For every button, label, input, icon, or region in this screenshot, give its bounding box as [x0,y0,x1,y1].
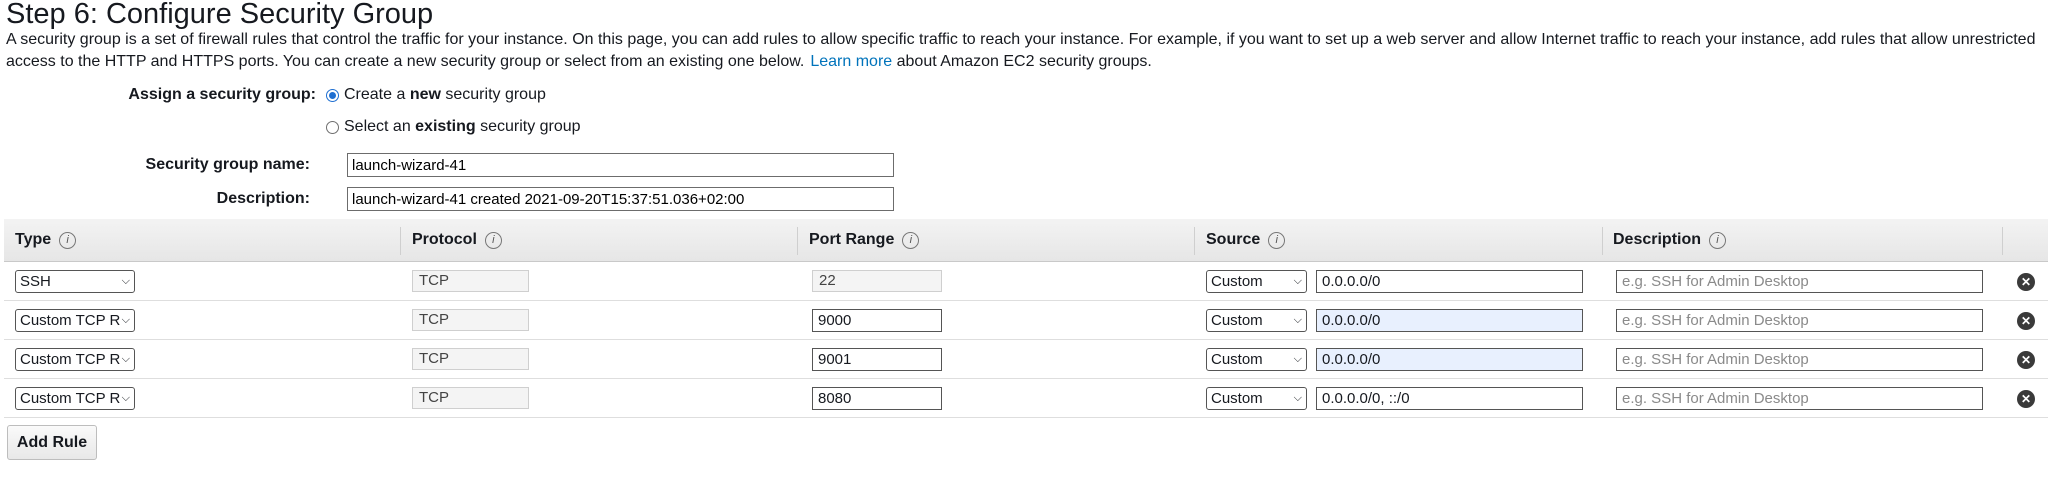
source-mode-select[interactable]: Custom ⌵ [1206,270,1307,293]
info-icon[interactable]: i [1268,231,1286,249]
rule-description-input[interactable]: e.g. SSH for Admin Desktop [1616,270,1983,293]
radio-create-new[interactable]: Create a new security group [326,86,546,104]
chevron-down-icon: ⌵ [1293,353,1302,365]
radio-create-new-label: Create a new security group [344,86,546,103]
intro-text: A security group is a set of firewall ru… [6,29,2042,73]
source-mode-select[interactable]: Custom ⌵ [1206,348,1307,371]
chevron-down-icon: ⌵ [121,314,130,326]
source-input[interactable]: 0.0.0.0/0 [1316,348,1583,371]
type-select[interactable]: SSH ⌵ [15,270,135,293]
header-divider [400,227,401,255]
remove-rule-icon[interactable]: ✕ [2017,351,2035,369]
port-range-input[interactable]: 9001 [812,348,942,371]
page-title: Step 6: Configure Security Group [6,0,434,30]
chevron-down-icon: ⌵ [1293,314,1302,326]
table-row: Custom TCP R ⌵ TCP 9000 Custom ⌵ 0.0.0.0/0… [4,301,2048,340]
header-divider [1602,227,1603,255]
rule-description-input[interactable]: e.g. SSH for Admin Desktop [1616,387,1983,410]
assign-group-label: Assign a security group: [128,86,316,103]
header-description: Description i [1613,219,1727,261]
radio-select-existing[interactable]: Select an existing security group [326,118,581,136]
rule-description-input[interactable]: e.g. SSH for Admin Desktop [1616,309,1983,332]
description-label: Description: [216,190,310,207]
protocol-field: TCP [412,309,529,331]
chevron-down-icon: ⌵ [1293,392,1302,404]
table-row: Custom TCP R ⌵ TCP 8080 Custom ⌵ 0.0.0.0/0… [4,379,2048,418]
header-divider [797,227,798,255]
chevron-down-icon: ⌵ [121,275,130,287]
remove-rule-icon[interactable]: ✕ [2017,390,2035,408]
radio-select-existing-button[interactable] [326,120,339,134]
protocol-field: TCP [412,387,529,409]
source-mode-select[interactable]: Custom ⌵ [1206,387,1307,410]
chevron-down-icon: ⌵ [121,392,130,404]
info-icon[interactable]: i [484,231,502,249]
header-type: Type i [15,219,77,261]
type-select[interactable]: Custom TCP R ⌵ [15,309,135,332]
add-rule-button[interactable]: Add Rule [7,425,97,460]
security-group-name-input[interactable] [347,153,894,177]
header-port-range: Port Range i [809,219,920,261]
port-range-field: 22 [812,270,942,292]
header-source: Source i [1206,219,1286,261]
type-select[interactable]: Custom TCP R ⌵ [15,348,135,371]
radio-create-new-button[interactable] [326,88,339,102]
radio-select-existing-label: Select an existing security group [344,118,581,135]
remove-rule-icon[interactable]: ✕ [2017,273,2035,291]
remove-rule-icon[interactable]: ✕ [2017,312,2035,330]
info-icon[interactable]: i [902,231,920,249]
header-divider [2002,227,2003,255]
security-group-name-label: Security group name: [145,156,310,173]
source-mode-select[interactable]: Custom ⌵ [1206,309,1307,332]
rule-description-input[interactable]: e.g. SSH for Admin Desktop [1616,348,1983,371]
source-input[interactable]: 0.0.0.0/0 [1316,270,1583,293]
source-input[interactable]: 0.0.0.0/0, ::/0 [1316,387,1583,410]
learn-more-link[interactable]: Learn more [810,53,892,70]
header-divider [1194,227,1195,255]
description-input[interactable] [347,187,894,211]
intro-text-part2: about Amazon EC2 security groups. [896,53,1152,70]
protocol-field: TCP [412,270,529,292]
info-icon[interactable]: i [59,231,77,249]
rules-table-header: Type i Protocol i Port Range i Source i Desc… [4,219,2048,262]
table-row: SSH ⌵ TCP 22 Custom ⌵ 0.0.0.0/0 e.g. SSH f… [4,262,2048,301]
port-range-input[interactable]: 9000 [812,309,942,332]
chevron-down-icon: ⌵ [121,353,130,365]
port-range-input[interactable]: 8080 [812,387,942,410]
type-select[interactable]: Custom TCP R ⌵ [15,387,135,410]
source-input[interactable]: 0.0.0.0/0 [1316,309,1583,332]
rules-table: Type i Protocol i Port Range i Source i Desc… [4,219,2048,418]
chevron-down-icon: ⌵ [1293,275,1302,287]
info-icon[interactable]: i [1709,231,1727,249]
table-row: Custom TCP R ⌵ TCP 9001 Custom ⌵ 0.0.0.0/0… [4,340,2048,379]
protocol-field: TCP [412,348,529,370]
header-protocol: Protocol i [412,219,502,261]
